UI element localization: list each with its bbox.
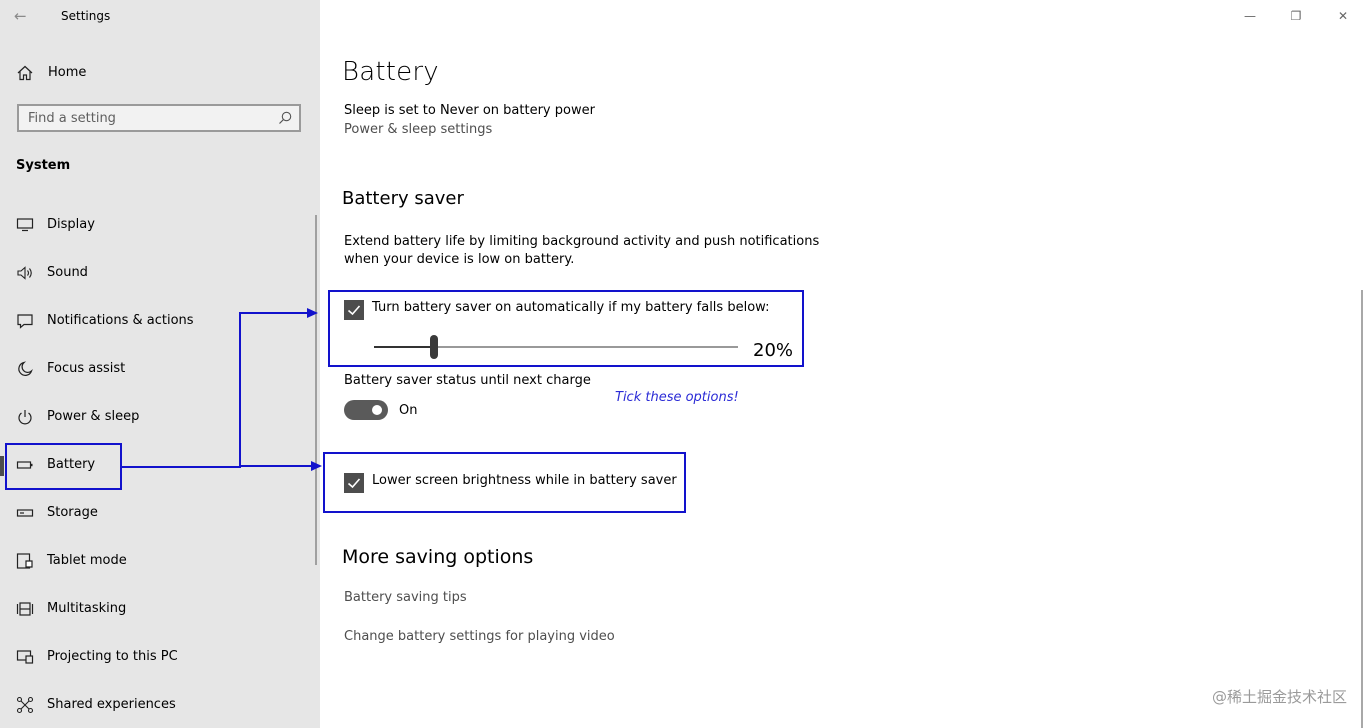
arrowhead-icon bbox=[307, 308, 318, 318]
arrowhead-icon bbox=[311, 461, 322, 471]
arrow-to-auto-saver bbox=[122, 312, 312, 468]
annotation-arrows bbox=[122, 308, 322, 471]
watermark: @稀土掘金技术社区 bbox=[1211, 688, 1347, 706]
